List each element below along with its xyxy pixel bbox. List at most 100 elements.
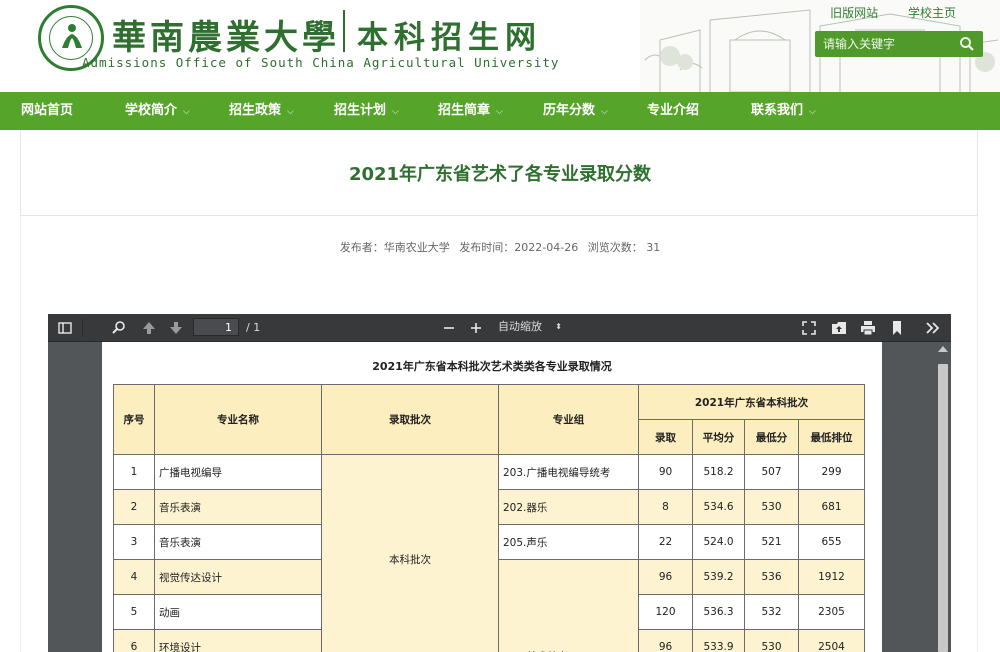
- search-icon[interactable]: [959, 36, 975, 52]
- col-header-batch: 录取批次: [321, 384, 499, 455]
- cell-rank: 681: [798, 489, 865, 525]
- nav-item-label: 招生简章: [438, 103, 491, 118]
- title-divider: [343, 10, 345, 52]
- cell-seq: 6: [113, 629, 155, 652]
- english-name: Admissions Office of South China Agricul…: [82, 55, 560, 70]
- col-header-year-group: 2021年广东省本科批次: [638, 384, 865, 420]
- cell-major: 环境设计: [154, 629, 322, 652]
- main-nav: 网站首页 学校简介 ⌵ 招生政策 ⌵ 招生计划 ⌵ 招生简章 ⌵ 历年分数 ⌵ 专业介绍 …: [0, 92, 1000, 130]
- content-border-right: [977, 216, 978, 652]
- school-home-link[interactable]: 学校主页: [908, 6, 956, 20]
- site-name: 本科招生网: [357, 20, 542, 56]
- nav-item-policy[interactable]: 招生政策 ⌵: [229, 92, 294, 130]
- cell-major: 音乐表演: [154, 489, 322, 525]
- scrollbar-thumb[interactable]: [938, 364, 948, 652]
- col-header-major: 专业名称: [154, 384, 322, 455]
- chevron-down-icon: ⌵: [287, 107, 294, 117]
- search-input[interactable]: [823, 35, 953, 53]
- nav-item-brochure[interactable]: 招生简章 ⌵: [438, 92, 503, 130]
- seal-emblem-icon: [62, 24, 82, 48]
- sidebar-toggle-icon[interactable]: [56, 319, 74, 337]
- publish-time: 发布时间：2022-04-26: [459, 241, 579, 254]
- cell-min: 532: [744, 594, 799, 630]
- cell-rank: 2305: [798, 594, 865, 630]
- document-title: 2021年广东省本科批次艺术类类各专业录取情况: [372, 360, 612, 373]
- cell-seq: 1: [113, 454, 155, 490]
- cell-avg: 536.3: [692, 594, 745, 630]
- zoom-out-icon[interactable]: [440, 319, 458, 337]
- bookmark-icon[interactable]: [888, 319, 906, 337]
- nav-item-plan[interactable]: 招生计划 ⌵: [334, 92, 399, 130]
- cell-seq: 2: [113, 489, 155, 525]
- cell-avg: 533.9: [692, 629, 745, 652]
- cell-avg: 534.6: [692, 489, 745, 525]
- cell-rank: 299: [798, 454, 865, 490]
- cell-avg: 518.2: [692, 454, 745, 490]
- nav-item-label: 网站首页: [21, 103, 74, 118]
- cell-major: 视觉传达设计: [154, 559, 322, 595]
- cell-min: 521: [744, 524, 799, 560]
- select-arrows-icon: ⬍: [555, 322, 562, 331]
- cell-admitted: 96: [638, 559, 693, 595]
- cell-seq: 4: [113, 559, 155, 595]
- nav-item-majors[interactable]: 专业介绍: [647, 92, 699, 130]
- nav-item-label: 学校简介: [125, 103, 178, 118]
- site-header: 華南農業大學 本科招生网 Admissions Office of South …: [0, 0, 1000, 92]
- nav-item-contact[interactable]: 联系我们 ⌵: [751, 92, 816, 130]
- chevron-down-icon: ⌵: [496, 107, 503, 117]
- cell-admitted: 120: [638, 594, 693, 630]
- scroll-up-arrow-icon[interactable]: [938, 346, 948, 352]
- zoom-select[interactable]: 自动缩放 ⬍: [494, 318, 566, 336]
- pdf-viewer: / 1 自动缩放 ⬍ 2021年广东: [48, 314, 951, 652]
- page-number-input[interactable]: [193, 318, 239, 336]
- chevron-down-icon: ⌵: [601, 107, 608, 117]
- cell-major: 音乐表演: [154, 524, 322, 560]
- search-box: [815, 31, 983, 57]
- previous-page-icon[interactable]: [140, 319, 158, 337]
- col-header-avg: 平均分: [692, 419, 745, 455]
- cell-min: 530: [744, 489, 799, 525]
- publisher: 发布者：华南农业大学: [339, 241, 450, 254]
- cell-group: 205.声乐: [498, 524, 639, 560]
- old-site-link[interactable]: 旧版网站: [830, 6, 878, 20]
- print-icon[interactable]: [859, 319, 877, 337]
- cell-min: 536: [744, 559, 799, 595]
- nav-item-label: 联系我们: [751, 103, 804, 118]
- cell-min: 507: [744, 454, 799, 490]
- cell-admitted: 22: [638, 524, 693, 560]
- presentation-mode-icon[interactable]: [800, 319, 818, 337]
- zoom-value: 自动缩放: [498, 320, 542, 333]
- cell-group: 203.广播电视编导统考: [498, 454, 639, 490]
- next-page-icon[interactable]: [167, 319, 185, 337]
- page-total: / 1: [246, 321, 261, 334]
- nav-item-about[interactable]: 学校简介 ⌵: [125, 92, 190, 130]
- open-file-icon[interactable]: [830, 319, 848, 337]
- cell-avg: 539.2: [692, 559, 745, 595]
- nav-item-scores[interactable]: 历年分数 ⌵: [543, 92, 608, 130]
- col-header-min-rank: 最低排位: [798, 419, 865, 455]
- cell-rank: 2504: [798, 629, 865, 652]
- school-name-calligraphy: 華南農業大學: [112, 18, 340, 58]
- admission-scores-table: 序号 专业名称 录取批次 专业组 2021年广东省本科批次 录取 平均分 最低分…: [113, 384, 865, 652]
- view-count: 浏览次数： 31: [587, 241, 661, 254]
- zoom-in-icon[interactable]: [467, 319, 485, 337]
- chevron-down-icon: ⌵: [809, 107, 816, 117]
- table-header-row: 序号 专业名称 录取批次 专业组 2021年广东省本科批次: [113, 384, 865, 455]
- cell-rank: 655: [798, 524, 865, 560]
- cell-rank: 1912: [798, 559, 865, 595]
- nav-item-label: 历年分数: [543, 103, 596, 118]
- cell-min: 530: [744, 629, 799, 652]
- tools-double-chevron-icon[interactable]: [924, 319, 942, 337]
- find-icon[interactable]: [110, 319, 128, 337]
- table-row: 1 广播电视编导 本科批次 203.广播电视编导统考 90 518.2 507 …: [113, 454, 865, 652]
- nav-item-label: 专业介绍: [647, 103, 700, 118]
- cell-group: 202.器乐: [498, 489, 639, 525]
- nav-item-home[interactable]: 网站首页: [21, 92, 73, 130]
- article-meta: 发布者：华南农业大学 发布时间：2022-04-26 浏览次数： 31: [0, 239, 1000, 255]
- cell-major: 动画: [154, 594, 322, 630]
- cell-seq: 5: [113, 594, 155, 630]
- chevron-down-icon: ⌵: [392, 107, 399, 117]
- cell-admitted: 8: [638, 489, 693, 525]
- top-links: 旧版网站 学校主页: [804, 4, 956, 21]
- cell-group: 201.美术统考: [498, 559, 639, 652]
